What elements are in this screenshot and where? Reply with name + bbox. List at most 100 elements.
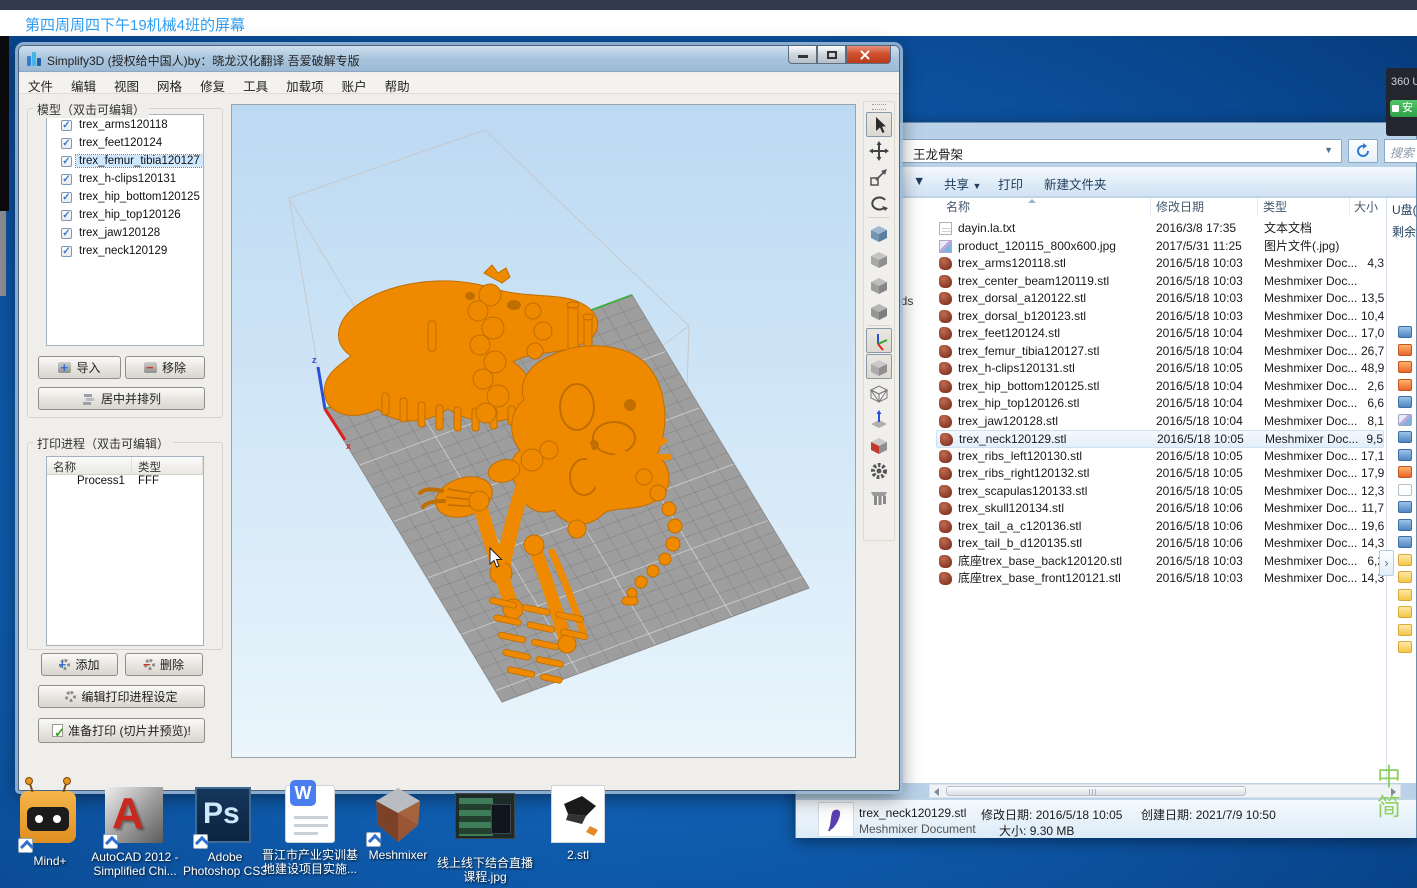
model-checkbox-icon[interactable]: ✓ — [61, 228, 72, 239]
add-process-button[interactable]: + 添加 — [41, 653, 118, 676]
menu-item[interactable]: 网格 — [148, 73, 191, 93]
center-arrange-button[interactable]: 居中并排列 — [38, 387, 205, 410]
folder-icon[interactable] — [1398, 554, 1412, 566]
model-checkbox-icon[interactable]: ✓ — [61, 246, 72, 257]
toolbar-grip[interactable] — [872, 104, 886, 110]
ppt-icon[interactable] — [1398, 344, 1412, 356]
file-row[interactable]: dayin.la.txt2016/3/8 17:35文本文档 — [936, 220, 1384, 238]
scroll-left-icon[interactable] — [934, 788, 939, 796]
support-structures-icon[interactable] — [866, 484, 892, 509]
process-table[interactable]: 名称类型 Process1FFF — [46, 456, 204, 646]
file-row[interactable]: trex_feet120124.stl2016/5/18 10:04Meshmi… — [936, 325, 1384, 343]
prepare-print-button[interactable]: ✓ 准备打印 (切片并预览)! — [38, 718, 205, 743]
file-row[interactable]: trex_scapulas120133.stl2016/5/18 10:05Me… — [936, 483, 1384, 501]
folder-blue-icon[interactable] — [1398, 326, 1412, 338]
file-row[interactable]: trex_dorsal_b120123.stl2016/5/18 10:03Me… — [936, 308, 1384, 326]
file-row[interactable]: 底座trex_base_back120120.stl2016/5/18 10:0… — [936, 553, 1384, 571]
folder-icon[interactable] — [1398, 571, 1412, 583]
solid-view-icon[interactable] — [866, 354, 892, 379]
model-checkbox-icon[interactable]: ✓ — [61, 120, 72, 131]
view-top-icon[interactable] — [866, 246, 892, 271]
minimize-button[interactable] — [788, 46, 817, 64]
column-header-size[interactable]: 大小 — [1354, 198, 1378, 217]
surface-normal-icon[interactable] — [866, 406, 892, 431]
model-list-item[interactable]: ✓trex_hip_bottom120125 — [61, 189, 203, 205]
print-button[interactable]: 打印 — [998, 174, 1023, 193]
folder-blue-icon[interactable] — [1398, 431, 1412, 443]
menu-item[interactable]: 工具 — [234, 73, 277, 93]
folder-blue-icon[interactable] — [1398, 396, 1412, 408]
menu-item[interactable]: 账户 — [333, 73, 376, 93]
file-row[interactable]: 底座trex_base_front120121.stl2016/5/18 10:… — [936, 570, 1384, 588]
model-checkbox-icon[interactable]: ✓ — [61, 210, 72, 221]
process-row[interactable]: Process1FFF — [47, 475, 203, 492]
folder-icon[interactable] — [1398, 624, 1412, 636]
model-list[interactable]: ✓trex_arms120118 ✓trex_feet120124 ✓trex_fe… — [46, 114, 204, 346]
scale-tool-icon[interactable] — [866, 164, 892, 189]
file-row[interactable]: trex_dorsal_a120122.stl2016/5/18 10:03Me… — [936, 290, 1384, 308]
remove-button[interactable]: − 移除 — [125, 356, 205, 379]
column-header-date[interactable]: 修改日期 — [1156, 198, 1204, 217]
close-button[interactable] — [846, 46, 891, 64]
file-row[interactable]: trex_h-clips120131.stl2016/5/18 10:05Mes… — [936, 360, 1384, 378]
menu-item[interactable]: 编辑 — [62, 73, 105, 93]
toolbar-partial-caret[interactable]: ▼ — [913, 174, 925, 188]
share-button[interactable]: 共享 ▼ — [944, 174, 981, 193]
view-side-icon[interactable] — [866, 298, 892, 323]
model-list-item[interactable]: ✓trex_hip_top120126 — [61, 207, 203, 223]
file-row[interactable]: product_120115_800x600.jpg2017/5/31 11:2… — [936, 238, 1384, 256]
column-header-type[interactable]: 类型 — [1263, 198, 1287, 217]
folder-blue-icon[interactable] — [1398, 519, 1412, 531]
file-row[interactable]: trex_ribs_left120130.stl2016/5/18 10:05M… — [936, 448, 1384, 466]
search-input[interactable]: 搜索 霸 — [1384, 139, 1417, 163]
file-row[interactable]: trex_ribs_right120132.stl2016/5/18 10:05… — [936, 465, 1384, 483]
model-list-item[interactable]: ✓trex_h-clips120131 — [61, 171, 203, 187]
file-row[interactable]: trex_skull120134.stl2016/5/18 10:06Meshm… — [936, 500, 1384, 518]
menu-item[interactable]: 文件 — [19, 73, 62, 93]
folder-icon[interactable] — [1398, 606, 1412, 618]
wireframe-view-icon[interactable] — [866, 380, 892, 405]
folder-blue-icon[interactable] — [1398, 536, 1412, 548]
folder-blue-icon[interactable] — [1398, 501, 1412, 513]
model-checkbox-icon[interactable]: ✓ — [61, 174, 72, 185]
file-row[interactable]: trex_jaw120128.stl2016/5/18 10:04Meshmix… — [936, 413, 1384, 431]
model-list-item[interactable]: ✓trex_jaw120128 — [61, 225, 203, 241]
model-checkbox-icon[interactable]: ✓ — [61, 156, 72, 167]
move-tool-icon[interactable] — [866, 138, 892, 163]
new-folder-button[interactable]: 新建文件夹 — [1044, 174, 1107, 193]
maximize-button[interactable] — [817, 46, 846, 64]
ppt-icon[interactable] — [1398, 361, 1412, 373]
folder-blue-icon[interactable] — [1398, 449, 1412, 461]
viewport-3d[interactable]: z x — [231, 104, 856, 758]
file-row[interactable]: trex_tail_b_d120135.stl2016/5/18 10:06Me… — [936, 535, 1384, 553]
menu-item[interactable]: 视图 — [105, 73, 148, 93]
import-button[interactable]: + 导入 — [38, 356, 121, 379]
select-cursor-tool[interactable] — [866, 112, 892, 137]
folder-icon[interactable] — [1398, 589, 1412, 601]
file-row[interactable]: trex_center_beam120119.stl2016/5/18 10:0… — [936, 273, 1384, 291]
file-row[interactable]: trex_tail_a_c120136.stl2016/5/18 10:06Me… — [936, 518, 1384, 536]
ppt-icon[interactable] — [1398, 379, 1412, 391]
process-table-header[interactable]: 名称类型 — [47, 457, 203, 475]
file-row[interactable]: trex_femur_tibia120127.stl2016/5/18 10:0… — [936, 343, 1384, 361]
image-icon[interactable] — [1398, 414, 1412, 426]
machine-control-icon[interactable] — [866, 458, 892, 483]
edit-process-button[interactable]: 编辑打印进程设定 — [38, 685, 205, 708]
refresh-button[interactable] — [1348, 139, 1378, 163]
model-list-item[interactable]: ✓trex_neck120129 — [61, 243, 203, 259]
horizontal-scrollbar[interactable] — [929, 784, 1401, 798]
scrollbar-thumb[interactable] — [946, 786, 1246, 796]
simplify3d-titlebar[interactable]: Simplify3D (授权给中国人)by：晓龙汉化翻译 吾爱破解专版 — [19, 46, 899, 72]
coordinate-axes-icon[interactable] — [866, 328, 892, 353]
model-list-item[interactable]: ✓trex_arms120118 — [61, 117, 203, 133]
file-row[interactable]: trex_arms120118.stl2016/5/18 10:03Meshmi… — [936, 255, 1384, 273]
model-list-item[interactable]: ✓trex_feet120124 — [61, 135, 203, 151]
model-checkbox-icon[interactable]: ✓ — [61, 192, 72, 203]
model-list-item[interactable]: ✓trex_femur_tibia120127 — [61, 153, 203, 169]
file-row[interactable]: trex_hip_bottom120125.stl2016/5/18 10:04… — [936, 378, 1384, 396]
doc-icon[interactable] — [1398, 484, 1412, 496]
view-front-icon[interactable] — [866, 272, 892, 297]
rotate-tool-icon[interactable] — [866, 190, 892, 215]
delete-process-button[interactable]: − 删除 — [125, 653, 203, 676]
menu-item[interactable]: 帮助 — [376, 73, 419, 93]
